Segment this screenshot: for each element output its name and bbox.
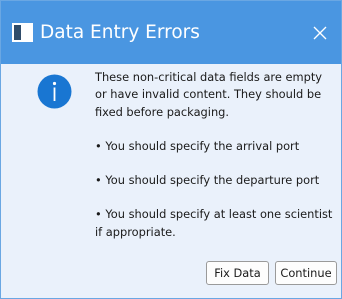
error-item-departure-port: • You should specify the departure port [95, 173, 320, 188]
fix-data-button[interactable]: Fix Data [206, 261, 269, 285]
app-window-icon-pane [14, 25, 21, 40]
close-icon [313, 26, 327, 40]
message-intro: These non-critical data fields are empty… [95, 70, 323, 119]
error-item-scientist: • You should specify at least one scient… [95, 207, 333, 239]
data-entry-errors-dialog: Data Entry Errors These non-critical dat… [0, 0, 342, 299]
dialog-content: These non-critical data fields are empty… [1, 64, 341, 298]
error-item-arrival-port: • You should specify the arrival port [95, 138, 300, 153]
dialog-title: Data Entry Errors [40, 22, 200, 43]
app-window-icon [12, 23, 33, 42]
title-bar[interactable]: Data Entry Errors [1, 1, 341, 64]
error-message: These non-critical data fields are empty… [95, 69, 337, 258]
button-row: Fix Data Continue [1, 261, 341, 285]
info-icon [37, 74, 72, 109]
close-button[interactable] [303, 16, 337, 50]
continue-button[interactable]: Continue [275, 261, 337, 285]
